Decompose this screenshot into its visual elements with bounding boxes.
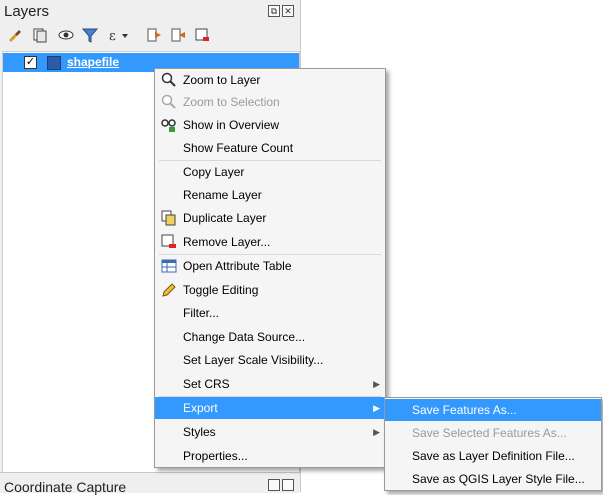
- add-group-icon[interactable]: [32, 27, 48, 43]
- layer-name: shapefile: [67, 55, 120, 69]
- expression-filter-icon[interactable]: ε: [108, 27, 128, 44]
- menu-item-set-crs[interactable]: Set CRS ▶: [155, 373, 385, 395]
- filter-icon[interactable]: [81, 27, 99, 43]
- menu-item-show-feature-count[interactable]: Show Feature Count: [155, 137, 385, 159]
- submenu-arrow-icon: ▶: [373, 427, 380, 437]
- layer-context-menu: Zoom to Layer Zoom to Selection Show in Ov…: [154, 68, 386, 468]
- eye-icon[interactable]: [58, 27, 74, 43]
- menu-item-label: Set CRS: [183, 377, 230, 391]
- menu-item-label: Properties...: [183, 449, 248, 463]
- submenu-arrow-icon: ▶: [373, 379, 380, 389]
- menu-item-properties[interactable]: Properties...: [155, 445, 385, 467]
- submenu-item-label: Save as Layer Definition File...: [412, 449, 575, 463]
- menu-item-label: Zoom to Selection: [183, 95, 280, 109]
- layer-visibility-checkbox[interactable]: ✓: [24, 56, 37, 69]
- menu-item-toggle-editing[interactable]: Toggle Editing: [155, 279, 385, 301]
- menu-item-filter[interactable]: Filter...: [155, 302, 385, 324]
- menu-item-label: Toggle Editing: [183, 283, 259, 297]
- svg-text:ε: ε: [109, 29, 116, 43]
- menu-item-label: Zoom to Layer: [183, 73, 261, 87]
- float-panel-button[interactable]: ⧉: [268, 5, 280, 17]
- menu-item-zoom-to-layer[interactable]: Zoom to Layer: [155, 69, 385, 91]
- menu-item-label: Rename Layer: [183, 188, 262, 202]
- expand-all-icon[interactable]: [146, 27, 162, 43]
- menu-item-open-attribute-table[interactable]: Open Attribute Table: [155, 255, 385, 277]
- menu-item-styles[interactable]: Styles ▶: [155, 421, 385, 443]
- menu-separator: [159, 160, 381, 161]
- menu-item-label: Remove Layer...: [183, 235, 271, 249]
- collapse-all-icon[interactable]: [170, 27, 186, 43]
- menu-item-copy-layer[interactable]: Copy Layer: [155, 161, 385, 183]
- menu-item-zoom-to-selection[interactable]: Zoom to Selection: [155, 91, 385, 113]
- menu-item-label: Export: [183, 401, 218, 415]
- menu-item-label: Show Feature Count: [183, 141, 294, 155]
- menu-item-duplicate-layer[interactable]: Duplicate Layer: [155, 207, 385, 229]
- menu-item-label: Set Layer Scale Visibility...: [183, 353, 324, 367]
- menu-item-rename-layer[interactable]: Rename Layer: [155, 184, 385, 206]
- close-panel-button[interactable]: [282, 479, 294, 491]
- remove-icon: [161, 234, 177, 250]
- panel-title: Layers: [4, 3, 50, 20]
- zoom-selection-icon: [161, 94, 177, 110]
- submenu-item-save-selected-features-as[interactable]: Save Selected Features As...: [385, 422, 601, 444]
- submenu-item-label: Save Features As...: [412, 403, 517, 417]
- duplicate-icon: [161, 210, 177, 226]
- remove-layer-icon[interactable]: [194, 27, 210, 43]
- pencil-icon: [161, 282, 177, 298]
- table-icon: [161, 258, 177, 274]
- submenu-arrow-icon: ▶: [373, 403, 380, 413]
- submenu-item-save-as-layer-definition-file[interactable]: Save as Layer Definition File...: [385, 445, 601, 467]
- submenu-item-label: Save Selected Features As...: [412, 426, 567, 440]
- overview-icon: [161, 117, 177, 133]
- menu-item-label: Filter...: [183, 306, 220, 320]
- paint-brush-icon[interactable]: [6, 27, 22, 43]
- menu-item-label: Styles: [183, 425, 216, 439]
- menu-item-set-layer-scale-visibility[interactable]: Set Layer Scale Visibility...: [155, 349, 385, 371]
- menu-item-label: Open Attribute Table: [183, 259, 292, 273]
- coordinate-capture-title: Coordinate Capture: [4, 479, 127, 495]
- menu-separator: [159, 254, 381, 255]
- menu-separator: [159, 396, 381, 397]
- menu-item-label: Duplicate Layer: [183, 211, 267, 225]
- menu-item-show-in-overview[interactable]: Show in Overview: [155, 114, 385, 136]
- menu-item-remove-layer[interactable]: Remove Layer...: [155, 231, 385, 253]
- menu-item-export[interactable]: Export ▶: [155, 397, 385, 419]
- submenu-item-save-as-qgis-layer-style-file[interactable]: Save as QGIS Layer Style File...: [385, 468, 601, 490]
- close-panel-button[interactable]: ✕: [282, 5, 294, 17]
- menu-item-label: Show in Overview: [183, 118, 280, 132]
- submenu-item-label: Save as QGIS Layer Style File...: [412, 472, 585, 486]
- export-submenu: Save Features As... Save Selected Feature…: [384, 397, 602, 491]
- float-panel-button[interactable]: [268, 479, 280, 491]
- menu-item-label: Change Data Source...: [183, 330, 306, 344]
- layer-symbol-swatch: [47, 56, 61, 70]
- zoom-layer-icon: [161, 72, 177, 88]
- coordinate-capture-panel: Coordinate Capture: [0, 472, 300, 495]
- menu-item-label: Copy Layer: [183, 165, 245, 179]
- submenu-item-save-features-as[interactable]: Save Features As...: [385, 399, 601, 421]
- menu-item-change-data-source[interactable]: Change Data Source...: [155, 326, 385, 348]
